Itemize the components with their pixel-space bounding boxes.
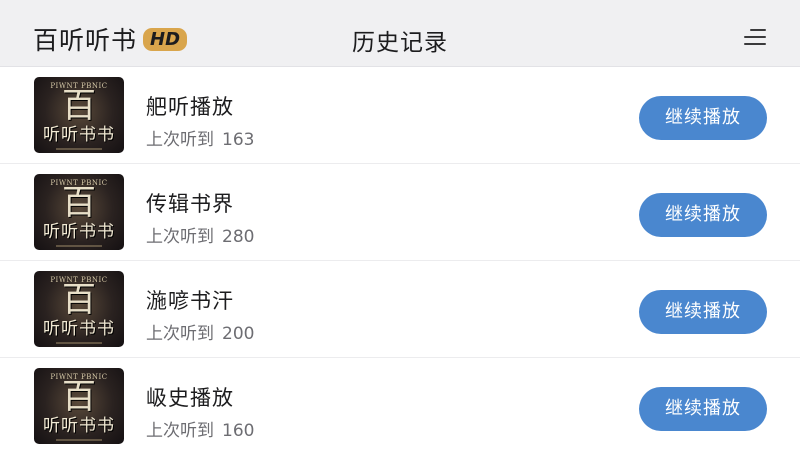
progress-label: 上次听到 [146, 324, 214, 344]
progress-value: 280 [222, 227, 255, 247]
list-item[interactable]: PIWNT PBNIC 百 听听书书 岋史播放 上次听到 160 继续播放 [0, 358, 800, 450]
list-item[interactable]: PIWNT PBNIC 百 听听书书 传辑书界 上次听到 280 继续播放 [0, 164, 800, 261]
resume-button[interactable]: 继续播放 [639, 96, 767, 140]
cover-big-char: 百 [62, 183, 96, 223]
cover-divider [56, 342, 102, 344]
book-cover[interactable]: PIWNT PBNIC 百 听听书书 [34, 271, 124, 347]
cover-divider [56, 439, 102, 441]
cover-sub-text: 听听书书 [43, 222, 115, 242]
cover-sub-text: 听听书书 [43, 416, 115, 436]
last-position: 上次听到 280 [146, 222, 254, 247]
book-cover[interactable]: PIWNT PBNIC 百 听听书书 [34, 77, 124, 153]
cover-divider [56, 148, 102, 150]
history-list: PIWNT PBNIC 百 听听书书 舥听播放 上次听到 163 继续播放 PIW… [0, 67, 800, 450]
page-title: 历史记录 [352, 30, 448, 56]
last-position: 上次听到 163 [146, 125, 254, 150]
book-title[interactable]: 舥听播放 [146, 91, 234, 121]
resume-button[interactable]: 继续播放 [639, 193, 767, 237]
resume-button[interactable]: 继续播放 [639, 290, 767, 334]
progress-value: 160 [222, 421, 255, 441]
book-title[interactable]: 传辑书界 [146, 188, 234, 218]
list-item[interactable]: PIWNT PBNIC 百 听听书书 湤喭书汗 上次听到 200 继续播放 [0, 261, 800, 358]
cover-divider [56, 245, 102, 247]
top-bar: 百听听书 HD 历史记录 [0, 0, 800, 67]
cover-big-char: 百 [62, 377, 96, 417]
menu-icon[interactable] [744, 28, 766, 46]
progress-label: 上次听到 [146, 421, 214, 441]
last-position: 上次听到 200 [146, 319, 254, 344]
cover-big-char: 百 [62, 86, 96, 126]
app-window: 百听听书 HD 历史记录 PIWNT PBNIC 百 听听书书 舥听播放 上次听… [0, 0, 800, 450]
book-title[interactable]: 岋史播放 [146, 382, 234, 412]
book-title[interactable]: 湤喭书汗 [146, 285, 234, 315]
book-cover[interactable]: PIWNT PBNIC 百 听听书书 [34, 174, 124, 250]
list-item[interactable]: PIWNT PBNIC 百 听听书书 舥听播放 上次听到 163 继续播放 [0, 67, 800, 164]
last-position: 上次听到 160 [146, 416, 254, 441]
progress-value: 163 [222, 130, 255, 150]
progress-label: 上次听到 [146, 130, 214, 150]
progress-value: 200 [222, 324, 255, 344]
book-cover[interactable]: PIWNT PBNIC 百 听听书书 [34, 368, 124, 444]
resume-button[interactable]: 继续播放 [639, 387, 767, 431]
progress-label: 上次听到 [146, 227, 214, 247]
cover-sub-text: 听听书书 [43, 125, 115, 145]
cover-big-char: 百 [62, 280, 96, 320]
cover-sub-text: 听听书书 [43, 319, 115, 339]
